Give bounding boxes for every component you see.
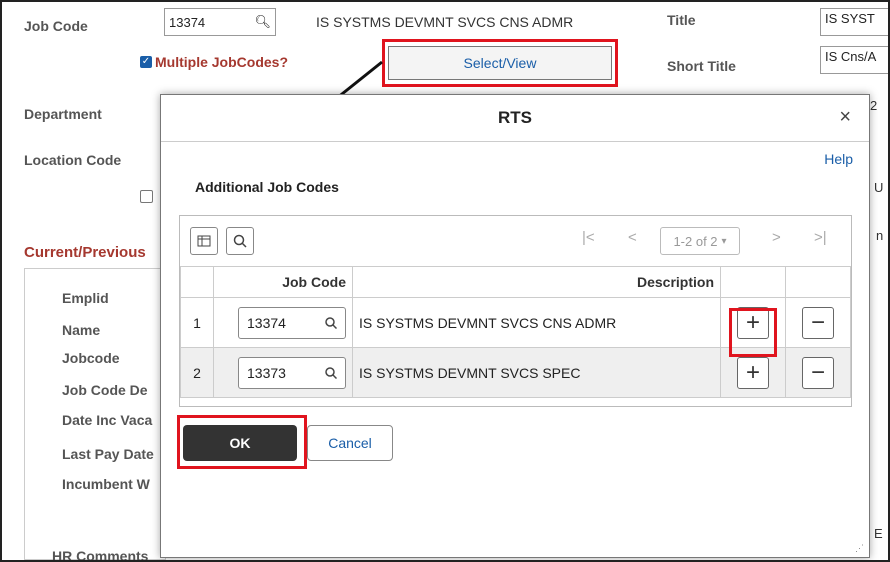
job-code-description: IS SYSTMS DEVMNT SVCS CNS ADMR bbox=[316, 14, 574, 30]
title-label: Title bbox=[667, 12, 696, 28]
job-code-value: 13373 bbox=[247, 364, 286, 381]
section-heading: Current/Previous bbox=[24, 244, 146, 261]
help-link[interactable]: Help bbox=[824, 151, 853, 167]
plus-icon: + bbox=[745, 358, 760, 386]
personalize-grid-button[interactable] bbox=[190, 227, 218, 255]
date-inc-vaca-label: Date Inc Vaca bbox=[62, 412, 153, 428]
highlight-add-button bbox=[729, 308, 777, 357]
highlight-select-view bbox=[382, 39, 618, 87]
modal-header: RTS × bbox=[161, 95, 869, 142]
emplid-label: Emplid bbox=[62, 290, 109, 306]
grid-toolbar: |< < 1-2 of 2 ▾ > >| bbox=[180, 216, 851, 266]
name-label: Name bbox=[62, 322, 101, 338]
search-icon bbox=[233, 234, 247, 248]
row-description: IS SYSTMS DEVMNT SVCS SPEC bbox=[352, 347, 721, 398]
col-delete bbox=[785, 266, 851, 298]
page-range-select[interactable]: 1-2 of 2 ▾ bbox=[660, 227, 740, 255]
partial-text: U bbox=[874, 180, 884, 195]
job-code-input[interactable]: 13373 bbox=[238, 356, 346, 389]
job-code-input[interactable]: 13374 bbox=[238, 306, 346, 339]
checkbox-checked-icon[interactable]: ✓ bbox=[140, 56, 152, 68]
partial-text: 2 bbox=[870, 98, 878, 113]
partial-text: n bbox=[876, 228, 884, 243]
job-code-value: 13374 bbox=[169, 14, 206, 30]
department-label: Department bbox=[24, 106, 102, 122]
next-page-icon[interactable]: > bbox=[772, 229, 781, 246]
search-icon[interactable]: 🔍︎ bbox=[254, 14, 271, 30]
row-description: IS SYSTMS DEVMNT SVCS CNS ADMR bbox=[352, 297, 721, 348]
job-code-field[interactable]: 13374 🔍︎ bbox=[164, 8, 276, 36]
cancel-button[interactable]: Cancel bbox=[307, 425, 393, 461]
grid-settings-icon bbox=[197, 235, 211, 247]
highlight-ok-button bbox=[177, 415, 307, 469]
job-code-value: 13374 bbox=[247, 314, 286, 331]
last-page-icon[interactable]: >| bbox=[814, 229, 827, 246]
jobcode-label: Jobcode bbox=[62, 350, 120, 366]
row-index: 2 bbox=[180, 347, 214, 398]
col-job-code: Job Code bbox=[213, 266, 353, 298]
job-code-label: Job Code bbox=[24, 18, 88, 34]
title-field[interactable]: IS SYST bbox=[820, 8, 888, 36]
col-index bbox=[180, 266, 214, 298]
job-code-de-label: Job Code De bbox=[62, 382, 148, 398]
checkbox[interactable] bbox=[140, 190, 153, 203]
first-page-icon[interactable]: |< bbox=[582, 229, 595, 246]
close-icon[interactable]: × bbox=[839, 106, 851, 129]
page-range-value: 1-2 of 2 bbox=[673, 233, 718, 249]
col-description: Description bbox=[352, 266, 721, 298]
minus-icon: − bbox=[810, 358, 825, 386]
minus-icon: − bbox=[810, 308, 825, 336]
rts-modal: RTS × Help Additional Job Codes |< < 1-2… bbox=[160, 94, 870, 558]
last-pay-date-label: Last Pay Date bbox=[62, 446, 154, 462]
incumbent-label: Incumbent W bbox=[62, 476, 150, 492]
chevron-down-icon: ▾ bbox=[721, 235, 727, 247]
prev-page-icon[interactable]: < bbox=[628, 229, 637, 246]
short-title-field[interactable]: IS Cns/A bbox=[820, 46, 888, 74]
resize-handle-icon[interactable]: ⋰ bbox=[855, 543, 865, 553]
page-frame: Job Code 13374 🔍︎ IS SYSTMS DEVMNT SVCS … bbox=[0, 0, 890, 562]
partial-text: E bbox=[874, 526, 883, 541]
row-index: 1 bbox=[180, 297, 214, 348]
short-title-label: Short Title bbox=[667, 58, 736, 74]
delete-row-button[interactable]: − bbox=[802, 356, 834, 389]
delete-row-button[interactable]: − bbox=[802, 306, 834, 339]
add-row-button[interactable]: + bbox=[737, 356, 769, 389]
additional-job-codes-title: Additional Job Codes bbox=[195, 179, 339, 195]
col-add bbox=[720, 266, 786, 298]
find-button[interactable] bbox=[226, 227, 254, 255]
short-title-value: IS Cns/A bbox=[825, 49, 877, 64]
table-header-row: Job Code Description bbox=[180, 266, 851, 298]
location-code-label: Location Code bbox=[24, 152, 122, 168]
modal-title: RTS bbox=[498, 108, 532, 127]
title-value: IS SYST bbox=[825, 11, 875, 26]
hr-comments-label: HR Comments bbox=[52, 548, 149, 562]
multiple-jobcodes-checkbox[interactable]: ✓ Multiple JobCodes? bbox=[140, 54, 288, 70]
search-icon[interactable] bbox=[325, 366, 337, 379]
search-icon[interactable] bbox=[325, 316, 337, 329]
multiple-jobcodes-label: Multiple JobCodes? bbox=[155, 54, 288, 70]
